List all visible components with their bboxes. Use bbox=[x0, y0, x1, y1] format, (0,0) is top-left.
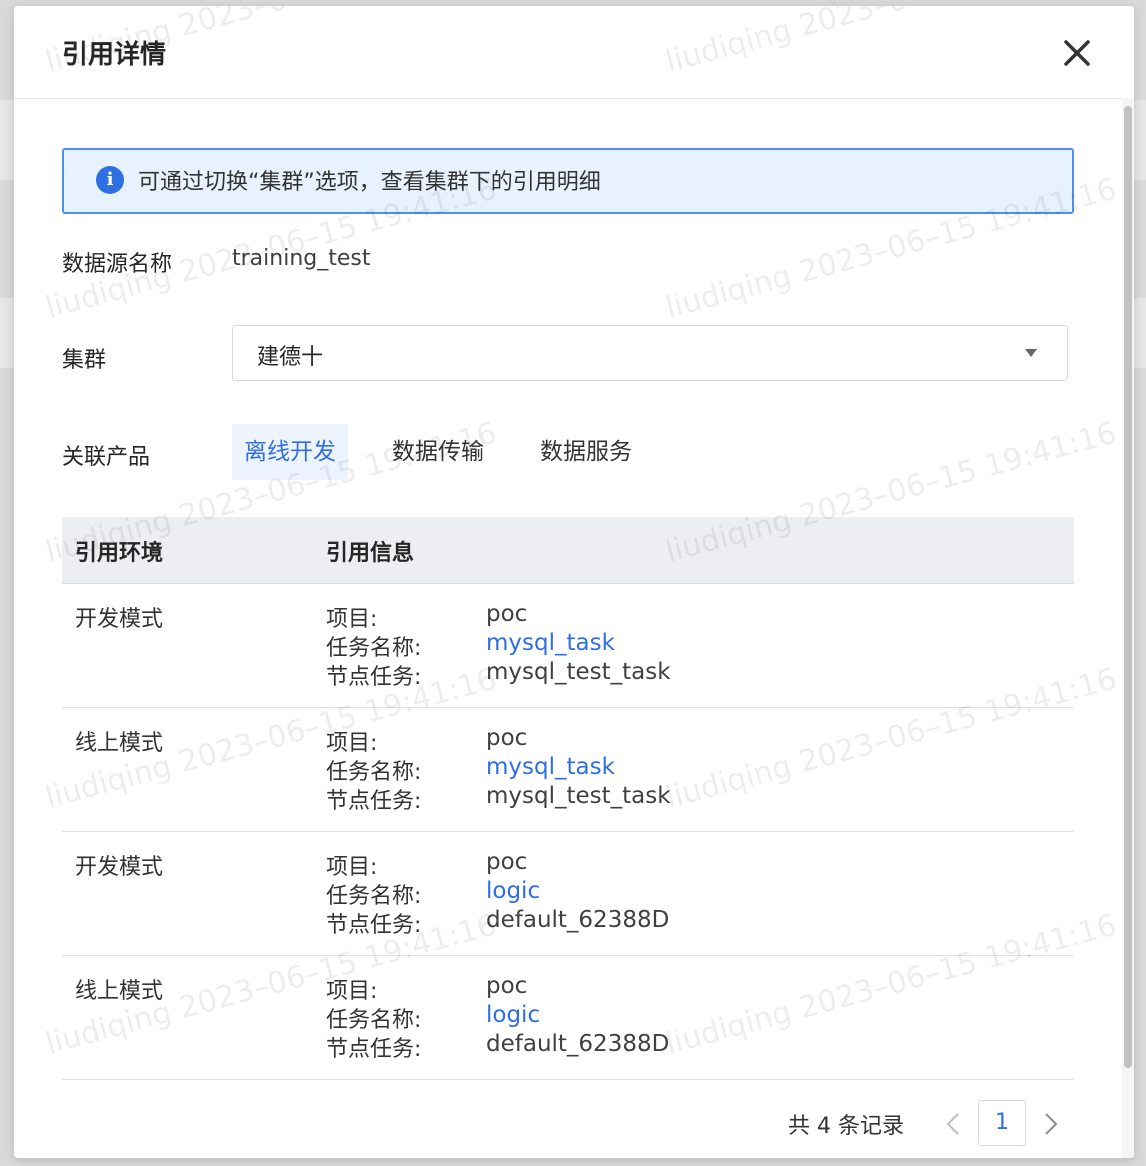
reference-detail-modal: 引用详情 i 可通过切换“集群”选项，查看集群下的引用明细 数据源名称 trai… bbox=[14, 6, 1134, 1158]
page-number-current[interactable]: 1 bbox=[978, 1100, 1026, 1146]
column-header-info: 引用信息 bbox=[326, 541, 415, 566]
task-key: 任务名称: bbox=[326, 1008, 422, 1033]
close-icon[interactable] bbox=[1060, 36, 1094, 70]
table-row: 线上模式 项目: poc 任务名称: mysql_task 节点任务: mysq… bbox=[62, 707, 1074, 832]
project-value: poc bbox=[486, 601, 528, 627]
node-value: default_62388D bbox=[486, 1031, 670, 1057]
task-key: 任务名称: bbox=[326, 884, 422, 909]
row-env: 开发模式 bbox=[75, 607, 164, 632]
project-key: 项目: bbox=[326, 731, 378, 756]
project-value: poc bbox=[486, 725, 528, 751]
table-header: 引用环境 引用信息 bbox=[62, 517, 1074, 584]
scrollbar[interactable] bbox=[1122, 98, 1134, 1158]
project-key: 项目: bbox=[326, 607, 378, 632]
project-value: poc bbox=[486, 849, 528, 875]
node-key: 节点任务: bbox=[326, 1037, 422, 1062]
tab-data-service[interactable]: 数据服务 bbox=[530, 424, 642, 480]
node-key: 节点任务: bbox=[326, 789, 422, 814]
project-key: 项目: bbox=[326, 979, 378, 1004]
project-key: 项目: bbox=[326, 855, 378, 880]
table-row: 开发模式 项目: poc 任务名称: mysql_task 节点任务: mysq… bbox=[62, 583, 1074, 708]
task-key: 任务名称: bbox=[326, 636, 422, 661]
row-env: 线上模式 bbox=[75, 731, 164, 756]
column-header-env: 引用环境 bbox=[75, 541, 164, 566]
node-key: 节点任务: bbox=[326, 665, 422, 690]
alert-text: 可通过切换“集群”选项，查看集群下的引用明细 bbox=[138, 170, 601, 195]
row-env: 线上模式 bbox=[75, 979, 164, 1004]
chevron-down-icon bbox=[1025, 349, 1037, 357]
scrollbar-thumb[interactable] bbox=[1124, 106, 1132, 1068]
product-label: 关联产品 bbox=[62, 445, 151, 470]
cluster-select[interactable]: 建德十 bbox=[232, 325, 1068, 381]
modal-title: 引用详情 bbox=[62, 40, 167, 70]
cluster-label: 集群 bbox=[62, 348, 107, 373]
info-icon: i bbox=[96, 166, 124, 194]
node-value: default_62388D bbox=[486, 907, 670, 933]
table-row: 开发模式 项目: poc 任务名称: logic 节点任务: default_6… bbox=[62, 831, 1074, 956]
info-alert: i 可通过切换“集群”选项，查看集群下的引用明细 bbox=[62, 148, 1074, 214]
project-value: poc bbox=[486, 973, 528, 999]
table-row: 线上模式 项目: poc 任务名称: logic 节点任务: default_6… bbox=[62, 955, 1074, 1080]
tab-data-transfer[interactable]: 数据传输 bbox=[382, 424, 494, 480]
pagination-total: 共 4 条记录 bbox=[788, 1114, 904, 1139]
modal-header: 引用详情 bbox=[14, 6, 1134, 99]
node-value: mysql_test_task bbox=[486, 659, 671, 685]
node-value: mysql_test_task bbox=[486, 783, 671, 809]
chevron-left-icon[interactable] bbox=[942, 1110, 966, 1138]
task-link[interactable]: mysql_task bbox=[486, 754, 615, 780]
chevron-right-icon[interactable] bbox=[1038, 1110, 1062, 1138]
task-link[interactable]: logic bbox=[486, 878, 540, 904]
task-link[interactable]: logic bbox=[486, 1002, 540, 1028]
node-key: 节点任务: bbox=[326, 913, 422, 938]
cluster-select-value: 建德十 bbox=[257, 345, 324, 370]
task-key: 任务名称: bbox=[326, 760, 422, 785]
task-link[interactable]: mysql_task bbox=[486, 630, 615, 656]
datasource-value: training_test bbox=[232, 246, 371, 271]
row-env: 开发模式 bbox=[75, 855, 164, 880]
tab-offline-dev[interactable]: 离线开发 bbox=[232, 424, 348, 480]
datasource-label: 数据源名称 bbox=[62, 252, 173, 277]
